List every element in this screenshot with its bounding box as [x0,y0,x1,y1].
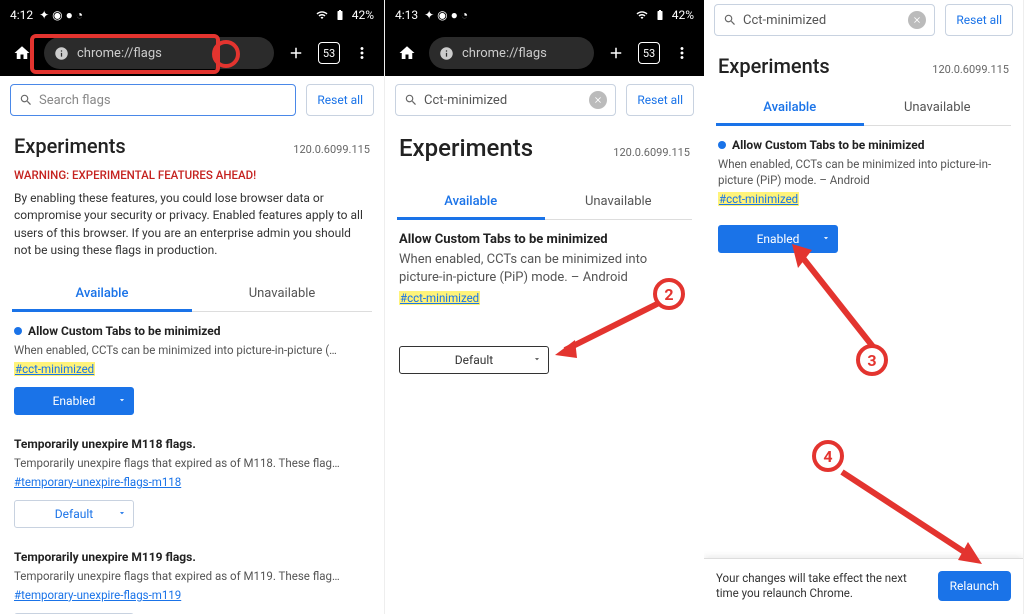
version-label: 120.0.6099.115 [613,146,690,159]
search-value: Cct-minimized [424,93,507,108]
chevron-down-icon [117,507,127,521]
annotation-step-4: 4 [812,440,844,472]
tab-available[interactable]: Available [12,276,192,311]
status-time: 4:12 [10,8,33,22]
search-value: Cct-minimized [743,13,826,28]
flag-title: Allow Custom Tabs to be minimized [399,232,690,247]
warning-text: WARNING: EXPERIMENTAL FEATURES AHEAD! [0,164,384,190]
flag-title: Temporarily unexpire M118 flags. [14,437,370,451]
relaunch-bar: Your changes will take effect the next t… [704,558,1023,614]
flag-anchor-link[interactable]: #cct-minimized [399,291,480,305]
status-battery: 42% [672,8,694,22]
flag-anchor-link[interactable]: #temporary-unexpire-flags-m118 [14,475,181,489]
version-label: 120.0.6099.115 [293,143,370,156]
reset-all-button[interactable]: Reset all [945,4,1013,36]
flag-description: When enabled, CCTs can be minimized into… [399,251,690,287]
flag-anchor-link[interactable]: #temporary-unexpire-flags-m119 [14,588,181,602]
annotation-step-3: 3 [856,344,888,376]
battery-icon [654,9,666,21]
tab-unavailable[interactable]: Unavailable [864,90,1012,125]
status-time: 4:13 [395,8,418,22]
enabled-dot-icon [718,141,726,149]
url-bar[interactable]: chrome://flags [44,37,274,69]
annotation-arrow-4 [832,462,992,572]
tab-count[interactable]: 53 [318,42,340,64]
search-icon [404,93,418,107]
panel-3: Cct-minimized Reset all Experiments 120.… [704,0,1024,614]
chevron-down-icon [117,394,127,408]
new-tab-button[interactable] [282,44,310,62]
flag-title: Allow Custom Tabs to be minimized [732,138,925,152]
flag-description: When enabled, CCTs can be minimized into… [718,156,1009,188]
page-title: Experiments [718,54,830,78]
clear-search-button[interactable] [589,91,607,109]
tabs: Available Unavailable [716,90,1011,126]
flag-item: Allow Custom Tabs to be minimized When e… [704,126,1023,263]
battery-icon [334,9,346,21]
flag-title: Temporarily unexpire M119 flags. [14,550,370,564]
search-icon [19,93,33,107]
reset-all-button[interactable]: Reset all [306,84,374,116]
flag-select[interactable]: Enabled [718,225,838,253]
page-title: Experiments [14,134,126,158]
menu-button[interactable] [348,44,376,62]
tab-unavailable[interactable]: Unavailable [545,184,693,219]
panel-2: 4:13 ✦ ◉ ● ◔ 42% chrome://flags 53 Cct-m… [385,0,704,614]
info-icon [439,46,454,61]
page-title: Experiments [399,134,533,162]
status-icons: ✦ ◉ ● ◔ [424,8,468,22]
flag-description: When enabled, CCTs can be minimized into… [14,342,370,358]
clear-search-button[interactable] [908,11,926,29]
chevron-down-icon [532,353,542,367]
chevron-down-icon [821,232,831,246]
search-flags-input[interactable]: Cct-minimized [714,4,935,36]
status-bar: 4:12 ✦ ◉ ● ◔ 42% [0,0,384,30]
new-tab-button[interactable] [602,44,630,62]
status-bar: 4:13 ✦ ◉ ● ◔ 42% [385,0,704,30]
flag-select[interactable]: Default [14,500,134,528]
status-battery: 42% [352,8,374,22]
tab-available[interactable]: Available [716,90,864,125]
flag-item: Temporarily unexpire M119 flags. Tempora… [0,538,384,614]
tab-available[interactable]: Available [397,184,545,219]
wifi-icon [316,9,328,21]
url-bar[interactable]: chrome://flags [429,37,594,69]
chrome-toolbar: chrome://flags 53 [385,30,704,76]
info-icon [54,46,69,61]
home-button[interactable] [8,44,36,62]
description-text: By enabling these features, you could lo… [0,190,384,270]
flag-select[interactable]: Enabled [14,387,134,415]
menu-button[interactable] [668,44,696,62]
search-icon [723,13,737,27]
url-text: chrome://flags [462,46,547,61]
flag-anchor-link[interactable]: #cct-minimized [718,192,799,206]
flag-description: Temporarily unexpire flags that expired … [14,568,370,584]
version-label: 120.0.6099.115 [932,63,1009,76]
search-flags-input[interactable]: Search flags [10,84,296,116]
relaunch-button[interactable]: Relaunch [938,571,1011,601]
flag-select[interactable]: Default [399,346,549,374]
tab-count[interactable]: 53 [638,42,660,64]
tab-unavailable[interactable]: Unavailable [192,276,372,311]
flag-description: Temporarily unexpire flags that expired … [14,455,370,471]
wifi-icon [636,9,648,21]
status-icons: ✦ ◉ ● ◔ [39,8,83,22]
url-text: chrome://flags [77,46,162,61]
flag-anchor-link[interactable]: #cct-minimized [14,362,95,376]
tabs: Available Unavailable [397,184,692,220]
search-flags-input[interactable]: Cct-minimized [395,84,616,116]
reset-all-button[interactable]: Reset all [626,84,694,116]
relaunch-message: Your changes will take effect the next t… [716,571,928,602]
chrome-toolbar: chrome://flags 53 [0,30,384,76]
tabs: Available Unavailable [12,276,372,312]
enabled-dot-icon [14,327,22,335]
flag-title: Allow Custom Tabs to be minimized [28,324,221,338]
flag-item: Temporarily unexpire M118 flags. Tempora… [0,425,384,538]
flag-item: Allow Custom Tabs to be minimized When e… [0,312,384,425]
panel-1: 4:12 ✦ ◉ ● ◔ 42% chrome://flags 53 Searc… [0,0,385,614]
search-placeholder: Search flags [39,93,111,108]
home-button[interactable] [393,44,421,62]
flag-item: Allow Custom Tabs to be minimized When e… [385,220,704,384]
